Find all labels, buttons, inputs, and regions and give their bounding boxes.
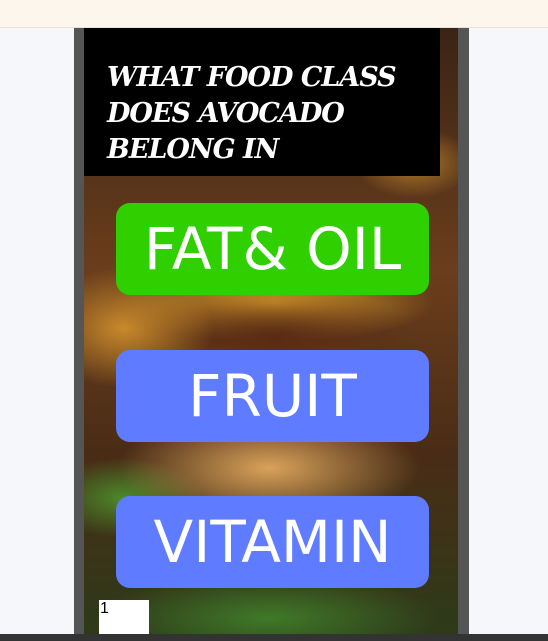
answer-fat-oil-button[interactable]: FAT& OIL xyxy=(116,203,429,295)
answer-fruit-button[interactable]: FRUIT xyxy=(116,350,429,442)
question-panel: WHAT FOOD CLASS DOES AVOCADO BELONG IN xyxy=(84,28,440,176)
question-text: WHAT FOOD CLASS DOES AVOCADO BELONG IN xyxy=(107,62,397,165)
question-counter: 1 xyxy=(99,600,149,634)
browser-top-strip xyxy=(0,0,548,28)
quiz-screen: WHAT FOOD CLASS DOES AVOCADO BELONG IN F… xyxy=(84,28,458,634)
answer-vitamin-button[interactable]: VITAMIN xyxy=(116,496,429,588)
bottom-bar xyxy=(0,634,548,641)
